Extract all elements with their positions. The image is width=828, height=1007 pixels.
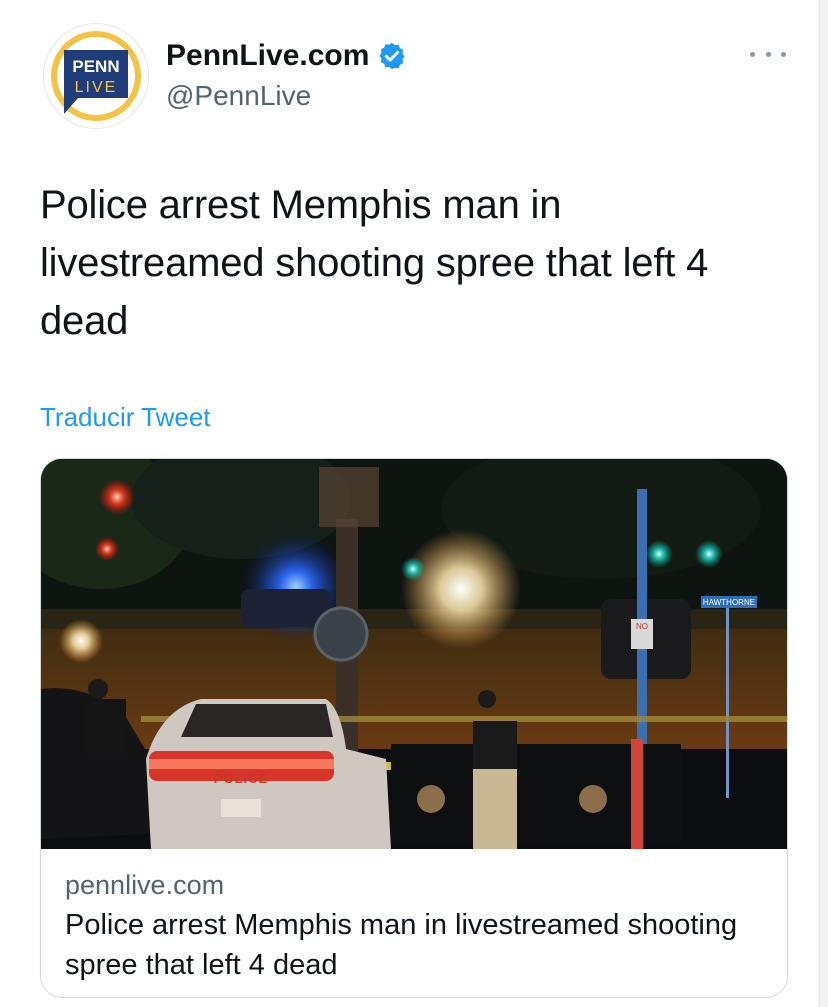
author-avatar[interactable]: PENN LIVE bbox=[44, 24, 148, 128]
card-title: Police arrest Memphis man in livestreame… bbox=[65, 909, 738, 981]
more-options-icon[interactable] bbox=[748, 42, 788, 66]
author-handle[interactable]: @PennLive bbox=[166, 78, 311, 114]
svg-text:HAWTHORNE: HAWTHORNE bbox=[703, 598, 755, 607]
author-name-row[interactable]: PennLive.com bbox=[166, 36, 407, 76]
more-dot bbox=[781, 51, 786, 57]
author-display-name[interactable]: PennLive.com bbox=[166, 36, 369, 76]
card-meta: pennlive.com Police arrest Memphis man i… bbox=[65, 867, 765, 985]
svg-text:NO: NO bbox=[636, 622, 648, 631]
more-dot bbox=[750, 51, 755, 57]
card-domain: pennlive.com bbox=[65, 870, 225, 900]
verified-badge-icon bbox=[379, 42, 405, 70]
card-image[interactable]: NO HAWTHORNE POLICE bbox=[41, 459, 787, 849]
tweet-text: Police arrest Memphis man in livestreame… bbox=[40, 183, 709, 343]
pennlive-logo: PENN LIVE bbox=[46, 26, 146, 126]
scrollbar-track[interactable] bbox=[819, 0, 828, 1007]
svg-text:PENN: PENN bbox=[72, 57, 119, 76]
more-dot bbox=[765, 51, 771, 57]
svg-text:LIVE: LIVE bbox=[75, 79, 118, 96]
svg-text:POLICE: POLICE bbox=[214, 771, 268, 786]
translate-tweet-link[interactable]: Traducir Tweet bbox=[40, 402, 211, 433]
link-card[interactable]: NO HAWTHORNE POLICE pennlive.com Police … bbox=[40, 458, 788, 998]
